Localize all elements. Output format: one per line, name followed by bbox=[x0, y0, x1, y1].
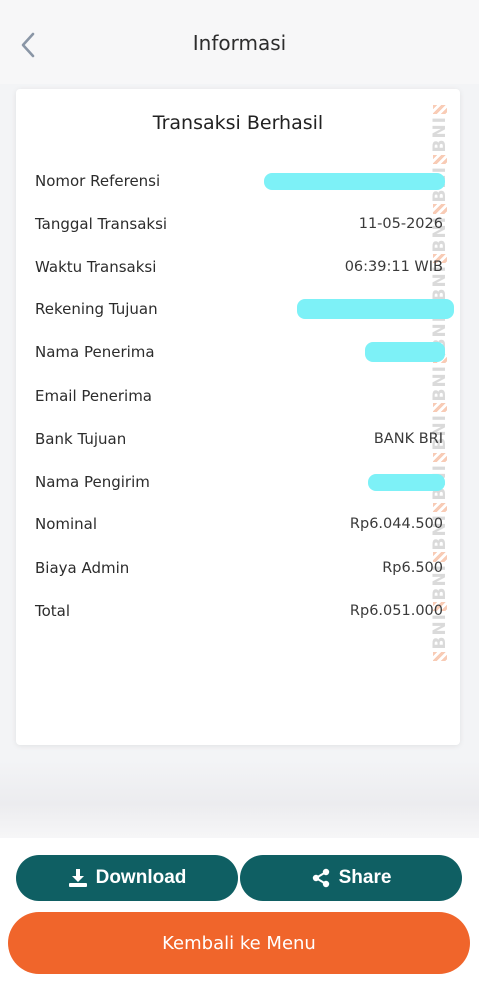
row-label: Nominal bbox=[35, 515, 98, 533]
row-nomor-referensi: Nomor Referensi bbox=[35, 169, 445, 193]
row-value: Rp6.500 bbox=[382, 560, 443, 576]
page-title: Informasi bbox=[192, 31, 287, 55]
row-rekening-tujuan: Rekening Tujuan bbox=[35, 297, 454, 321]
row-nominal: Nominal Rp6.044.500 bbox=[35, 512, 443, 536]
row-total: Total Rp6.051.000 bbox=[35, 599, 443, 623]
receipt-title: Transaksi Berhasil bbox=[152, 112, 324, 134]
row-label: Nama Pengirim bbox=[35, 473, 150, 491]
download-label: Download bbox=[95, 867, 187, 888]
row-value: Rp6.051.000 bbox=[349, 603, 443, 619]
back-to-menu-button[interactable]: Kembali ke Menu bbox=[8, 912, 470, 974]
redacted-value bbox=[368, 473, 445, 491]
download-icon bbox=[68, 869, 87, 887]
row-value: 06:39:11 WIB bbox=[344, 259, 443, 275]
row-nama-pengirim: Nama Pengirim bbox=[35, 470, 445, 494]
download-button[interactable]: Download bbox=[16, 855, 238, 901]
app-header: Informasi bbox=[0, 0, 479, 84]
row-label: Nama Penerima bbox=[35, 343, 155, 361]
redacted-value bbox=[297, 299, 454, 319]
row-label: Bank Tujuan bbox=[35, 430, 127, 448]
card-shadow-fade bbox=[0, 760, 479, 840]
row-value: 11-05-2026 bbox=[358, 216, 443, 232]
share-icon bbox=[312, 868, 329, 888]
row-email-penerima: Email Penerima bbox=[35, 384, 443, 408]
row-value: Rp6.044.500 bbox=[349, 516, 443, 532]
row-biaya-admin: Biaya Admin Rp6.500 bbox=[35, 556, 443, 580]
row-bank-tujuan: Bank Tujuan BANK BRI bbox=[35, 427, 443, 451]
row-label: Email Penerima bbox=[35, 387, 152, 405]
row-tanggal-transaksi: Tanggal Transaksi 11-05-2026 bbox=[35, 212, 443, 236]
redacted-value bbox=[365, 342, 445, 362]
receipt-card: Transaksi Berhasil BNI BNI BNI BNI BNI B… bbox=[16, 89, 460, 745]
row-waktu-transaksi: Waktu Transaksi 06:39:11 WIB bbox=[35, 255, 443, 279]
row-label: Tanggal Transaksi bbox=[35, 215, 168, 233]
row-label: Waktu Transaksi bbox=[35, 258, 157, 276]
row-value: BANK BRI bbox=[373, 431, 443, 447]
row-label: Rekening Tujuan bbox=[35, 300, 158, 318]
redacted-value bbox=[264, 172, 445, 190]
share-button[interactable]: Share bbox=[240, 855, 462, 901]
row-label: Total bbox=[35, 602, 71, 620]
row-nama-penerima: Nama Penerima bbox=[35, 340, 445, 364]
back-to-menu-label: Kembali ke Menu bbox=[162, 932, 316, 954]
row-label: Nomor Referensi bbox=[35, 172, 161, 190]
share-label: Share bbox=[338, 867, 392, 888]
row-label: Biaya Admin bbox=[35, 559, 130, 577]
